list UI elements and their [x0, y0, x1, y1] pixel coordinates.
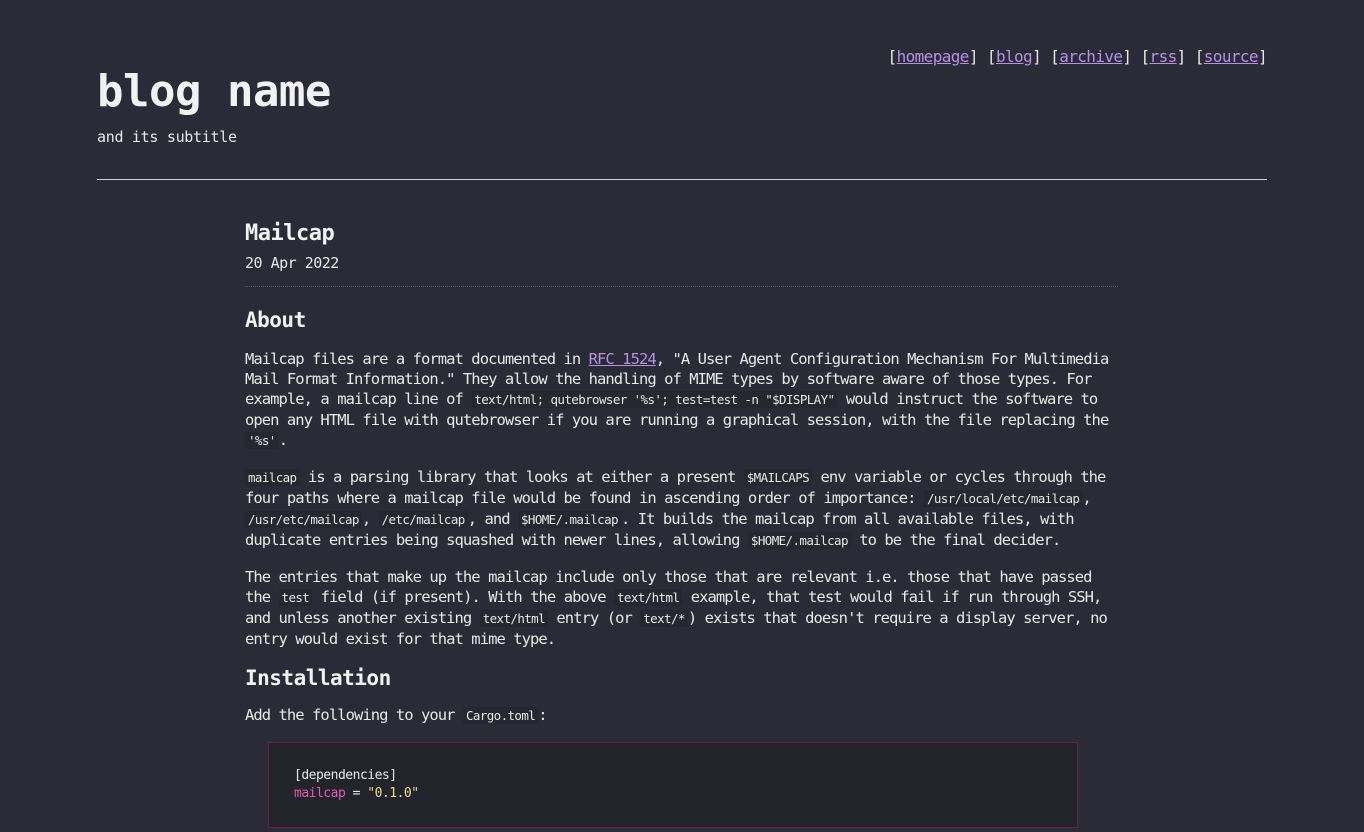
nav-link-source[interactable]: source	[1204, 47, 1259, 66]
inline-code: mailcap	[245, 469, 300, 486]
code-line-dependency: mailcap = "0.1.0"	[294, 786, 419, 801]
inline-code: /usr/local/etc/mailcap	[923, 490, 1083, 507]
inline-code: /etc/mailcap	[378, 511, 468, 528]
inline-code: $HOME/.mailcap	[517, 511, 621, 528]
nav-link-archive[interactable]: archive	[1059, 47, 1123, 66]
inline-code: $MAILCAPS	[743, 469, 813, 486]
inline-code: text/*	[640, 610, 688, 627]
site-header: blog name and its subtitle [homepage] [b…	[97, 0, 1268, 180]
inline-code: text/html	[613, 589, 683, 606]
site-title[interactable]: blog name	[97, 66, 331, 118]
code-string: "0.1.0"	[367, 786, 419, 801]
post-date: 20 Apr 2022	[245, 254, 339, 272]
inline-code: $HOME/.mailcap	[747, 532, 851, 549]
code-block[interactable]: [dependencies] mailcap = "0.1.0"	[268, 742, 1078, 828]
inline-code: text/html; qutebrowser '%s'; test=test -…	[471, 391, 838, 408]
inline-code: test	[278, 589, 313, 606]
post-divider	[245, 286, 1118, 287]
code-line-section: [dependencies]	[294, 768, 397, 783]
inline-code: /usr/etc/mailcap	[245, 511, 362, 528]
nav-link-blog[interactable]: blog	[996, 47, 1033, 66]
nav-link-rss[interactable]: rss	[1150, 47, 1178, 66]
inline-code: Cargo.toml	[462, 707, 539, 724]
about-paragraph-3: The entries that make up the mailcap inc…	[245, 568, 1108, 648]
post: Mailcap 20 Apr 2022 About Mailcap files …	[245, 218, 1118, 828]
site-subtitle: and its subtitle	[97, 128, 237, 146]
inline-code: text/html	[479, 610, 549, 627]
installation-paragraph: Add the following to your Cargo.toml:	[245, 706, 548, 724]
installation-heading: Installation	[245, 666, 391, 690]
about-paragraph-2: mailcap is a parsing library that looks …	[245, 468, 1106, 549]
nav-link-homepage[interactable]: homepage	[897, 47, 970, 66]
about-paragraph-1: Mailcap files are a format documented in…	[245, 350, 1109, 449]
site-nav: [homepage] [blog] [archive] [rss] [sourc…	[887, 47, 1268, 66]
post-title: Mailcap	[245, 221, 335, 246]
rfc-1524-link[interactable]: RFC 1524	[589, 350, 657, 368]
about-heading: About	[245, 308, 306, 332]
code-key: mailcap	[294, 786, 346, 801]
inline-code: '%s'	[245, 432, 279, 449]
